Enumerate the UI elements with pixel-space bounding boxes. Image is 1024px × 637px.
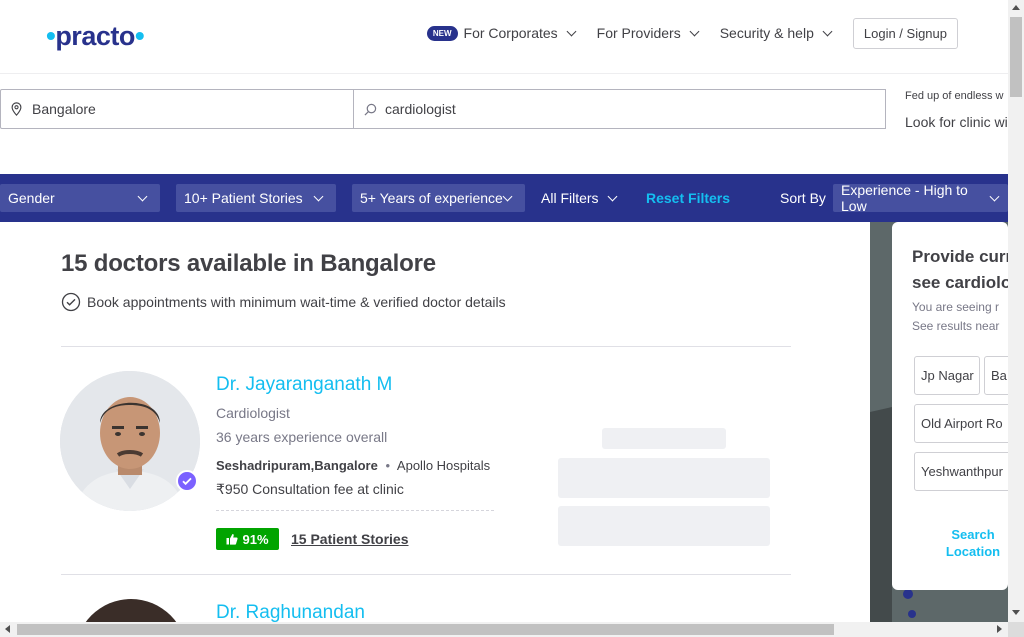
promo-banner[interactable]: Fed up of endless w Look for clinic wi bbox=[905, 90, 1008, 130]
search-location-line-2: Location bbox=[945, 544, 1001, 559]
prompt-title-line-1: Provide curr bbox=[912, 247, 1008, 266]
loading-skeleton bbox=[558, 506, 770, 546]
scrollbar-corner bbox=[1008, 622, 1024, 637]
divider bbox=[61, 574, 791, 575]
location-separator: • bbox=[385, 458, 391, 473]
prompt-title-line-2: see cardiolo bbox=[912, 273, 1008, 292]
logo-text: practo bbox=[55, 21, 135, 51]
chevron-down-icon bbox=[822, 26, 833, 36]
location-pin-icon bbox=[11, 102, 22, 116]
patient-stories-link[interactable]: 15 Patient Stories bbox=[291, 531, 409, 547]
doctor-locality[interactable]: Seshadripuram,Bangalore bbox=[216, 458, 378, 473]
verified-badge-icon bbox=[176, 470, 198, 492]
chevron-down-icon bbox=[502, 191, 513, 201]
doctor-location: Seshadripuram,Bangalore • Apollo Hospita… bbox=[216, 458, 490, 473]
location-prompt-title: Provide curr see cardiolo bbox=[912, 244, 1008, 296]
top-header: •practo• NEW For Corporates For Provider… bbox=[0, 0, 1008, 74]
doctor-photo bbox=[60, 371, 200, 511]
prompt-sub-line-1: You are seeing r bbox=[912, 300, 999, 314]
filter-patient-stories[interactable]: 10+ Patient Stories bbox=[176, 184, 336, 212]
location-chip[interactable]: Yeshwanthpur bbox=[914, 452, 1008, 491]
nav-corporates-label: For Corporates bbox=[463, 25, 558, 41]
promo-line-2: Look for clinic wi bbox=[905, 114, 1008, 130]
scroll-up-arrow-icon[interactable] bbox=[1012, 5, 1020, 10]
search-query-value: cardiologist bbox=[385, 101, 456, 117]
results-subtitle-text: Book appointments with minimum wait-time… bbox=[87, 294, 506, 310]
verified-check-icon bbox=[61, 292, 81, 312]
login-signup-button[interactable]: Login / Signup bbox=[852, 17, 958, 49]
search-icon bbox=[364, 103, 377, 115]
top-nav: NEW For Corporates For Providers Securit… bbox=[426, 0, 1008, 66]
doctor-name-link[interactable]: Dr. Jayaranganath M bbox=[216, 374, 392, 396]
location-prompt-subtitle: You are seeing r See results near bbox=[912, 298, 999, 336]
location-chip[interactable]: Old Airport Ro bbox=[914, 404, 1008, 443]
vertical-scroll-thumb[interactable] bbox=[1010, 17, 1022, 97]
location-value: Bangalore bbox=[32, 101, 96, 117]
scroll-left-arrow-icon[interactable] bbox=[5, 625, 10, 633]
prompt-sub-line-2: See results near bbox=[912, 319, 1000, 333]
filter-stories-label: 10+ Patient Stories bbox=[184, 190, 303, 206]
scroll-right-arrow-icon[interactable] bbox=[997, 625, 1002, 633]
divider bbox=[61, 346, 791, 347]
nav-security-help[interactable]: Security & help bbox=[719, 25, 833, 41]
dashed-divider bbox=[216, 510, 494, 511]
filter-all[interactable]: All Filters bbox=[541, 184, 618, 212]
search-bar: Bangalore cardiologist bbox=[0, 89, 886, 129]
location-chip[interactable]: Jp Nagar bbox=[914, 356, 980, 395]
filter-gender[interactable]: Gender bbox=[0, 184, 160, 212]
doctor-specialty: Cardiologist bbox=[216, 405, 290, 421]
new-badge: NEW bbox=[426, 25, 458, 41]
doctor-name-link[interactable]: Dr. Raghunandan bbox=[216, 602, 365, 624]
filter-all-label: All Filters bbox=[541, 190, 599, 206]
filter-experience-label: 5+ Years of experience bbox=[360, 190, 503, 206]
recommendation-badge: 91% bbox=[216, 528, 279, 550]
doctor-fee: ₹950 Consultation fee at clinic bbox=[216, 481, 404, 497]
filter-gender-label: Gender bbox=[8, 190, 55, 206]
loading-skeleton bbox=[602, 428, 726, 449]
search-query-input[interactable]: cardiologist bbox=[354, 89, 886, 129]
reset-filters-link[interactable]: Reset Filters bbox=[646, 184, 730, 212]
chevron-down-icon bbox=[566, 26, 577, 36]
search-location-line-1: Search bbox=[951, 527, 995, 542]
practo-logo[interactable]: •practo• bbox=[46, 20, 145, 52]
horizontal-scroll-thumb[interactable] bbox=[17, 624, 834, 635]
location-prompt-card: Provide curr see cardiolo You are seeing… bbox=[892, 222, 1008, 590]
location-input[interactable]: Bangalore bbox=[0, 89, 354, 129]
doctor-avatar[interactable] bbox=[60, 371, 200, 511]
sort-by-select[interactable]: Experience - High to Low bbox=[833, 182, 1008, 214]
loading-skeleton bbox=[558, 458, 770, 498]
results-subtitle: Book appointments with minimum wait-time… bbox=[61, 292, 506, 312]
chevron-down-icon bbox=[689, 26, 700, 36]
nav-providers-label: For Providers bbox=[596, 25, 681, 41]
horizontal-scrollbar[interactable] bbox=[0, 622, 1008, 637]
nav-for-corporates[interactable]: NEW For Corporates bbox=[426, 25, 577, 41]
vertical-scrollbar[interactable] bbox=[1008, 0, 1024, 622]
promo-line-1: Fed up of endless w bbox=[905, 90, 1004, 102]
results-list: 15 doctors available in Bangalore Book a… bbox=[0, 222, 870, 637]
thumbs-up-icon bbox=[226, 534, 239, 545]
doctor-experience: 36 years experience overall bbox=[216, 429, 388, 445]
doctor-clinic[interactable]: Apollo Hospitals bbox=[397, 458, 490, 473]
recommendation-value: 91% bbox=[242, 531, 269, 547]
results-title: 15 doctors available in Bangalore bbox=[61, 250, 436, 277]
sort-value: Experience - High to Low bbox=[841, 182, 968, 214]
filter-bar: Gender 10+ Patient Stories 5+ Years of e… bbox=[0, 174, 1008, 222]
nav-for-providers[interactable]: For Providers bbox=[596, 25, 700, 41]
filter-experience[interactable]: 5+ Years of experience bbox=[352, 184, 525, 212]
chevron-down-icon bbox=[607, 191, 618, 201]
nav-security-label: Security & help bbox=[719, 25, 814, 41]
chevron-down-icon bbox=[313, 191, 324, 201]
search-location-link[interactable]: Search Location bbox=[912, 526, 1008, 560]
sort-by-label: Sort By bbox=[780, 190, 826, 206]
scroll-down-arrow-icon[interactable] bbox=[1012, 610, 1020, 615]
chevron-down-icon bbox=[137, 191, 148, 201]
location-chip[interactable]: Ba bbox=[984, 356, 1008, 395]
